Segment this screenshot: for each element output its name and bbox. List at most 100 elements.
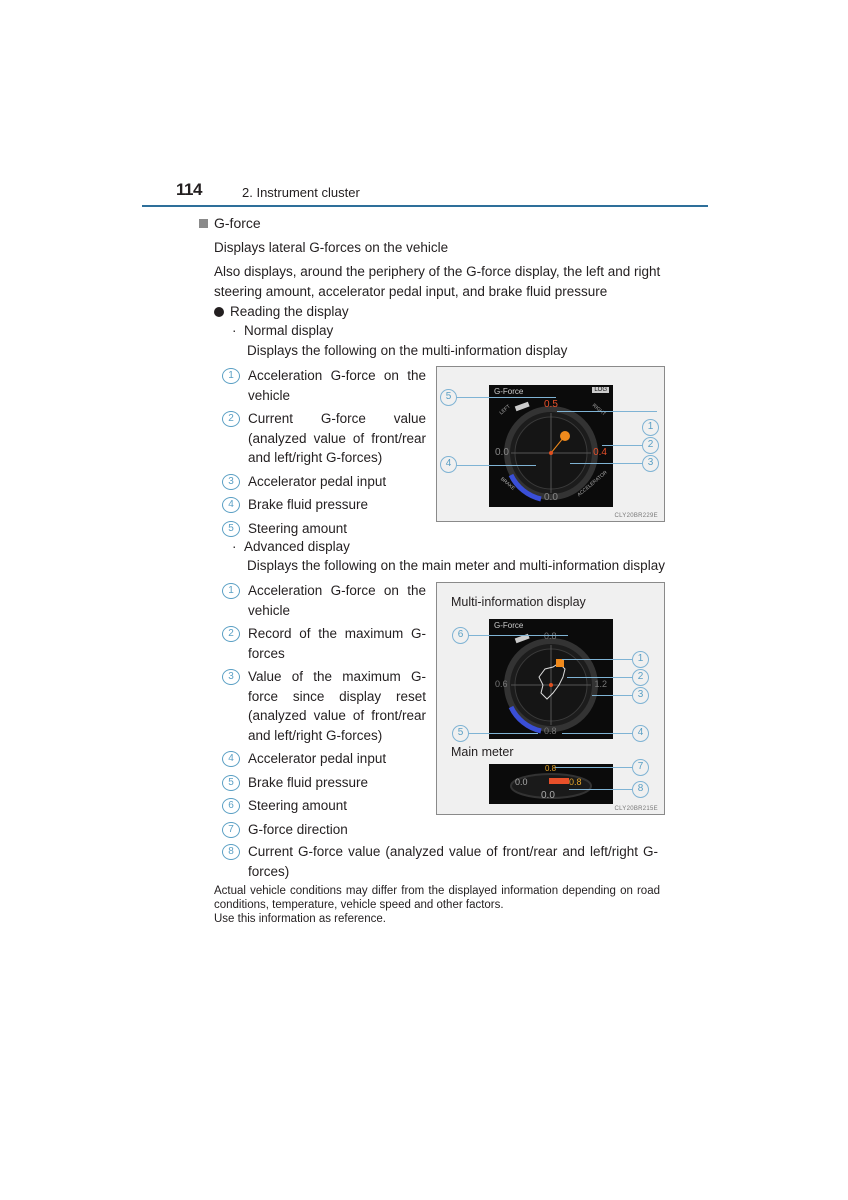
list-item: 3 Value of the maximum G-force since disp… [222, 667, 426, 745]
meter-right-value: 0.8 [569, 777, 582, 787]
callout-6: 6 [452, 627, 469, 644]
callout-3: 3 [632, 687, 649, 704]
gforce-screen: G-Force LOG 0.5 0.0 0.4 0.0 LEFT RIGHT B… [489, 385, 613, 507]
callout-line [468, 635, 568, 636]
callout-line [602, 445, 642, 446]
number-circle: 6 [222, 798, 240, 814]
list-item: 5 Steering amount [222, 519, 426, 539]
dot-bullet-icon: · [232, 539, 237, 554]
callout-3: 3 [642, 455, 659, 472]
advanced-display-list-wide: 8 Current G-force value (analyzed value o… [222, 842, 658, 885]
callout-1: 1 [632, 651, 649, 668]
advanced-display-list: 1 Acceleration G-force on the vehicle 2 Re… [222, 581, 426, 843]
top-value: 0.8 [544, 631, 557, 641]
callout-1: 1 [642, 419, 659, 436]
main-meter-label: Main meter [451, 745, 514, 759]
note-line-2: Use this information as reference. [214, 913, 386, 925]
number-circle: 4 [222, 497, 240, 513]
list-item: 1 Acceleration G-force on the vehicle [222, 366, 426, 405]
screen-title: G-Force [494, 387, 524, 396]
advanced-display-heading: · Advanced display [232, 537, 350, 557]
intro-text: Displays lateral G-forces on the vehicle [214, 240, 449, 255]
number-circle: 3 [222, 669, 240, 685]
note-text: Actual vehicle conditions may differ fro… [214, 884, 660, 926]
section-title: G-force [214, 215, 261, 231]
callout-7: 7 [632, 759, 649, 776]
item-text: Value of the maximum G-force since displ… [248, 669, 426, 743]
right-value: 1.2 [594, 679, 607, 689]
number-circle: 2 [222, 411, 240, 427]
gforce-dot [560, 431, 570, 441]
item-text: Current G-force value (analyzed value of… [248, 411, 426, 465]
number-circle: 5 [222, 520, 240, 537]
list-item: 2 Current G-force value (analyzed value o… [222, 409, 426, 468]
callout-2: 2 [642, 437, 659, 454]
number-circle: 7 [222, 821, 240, 838]
section-heading: G-force [199, 215, 261, 231]
round-bullet-icon [214, 307, 224, 317]
item-text: Record of the maximum G-forces [248, 626, 426, 661]
left-value: 0.6 [495, 679, 508, 689]
advanced-gforce-screen: G-Force 0.8 0.6 1.2 0.8 [489, 619, 613, 739]
list-item: 5 Brake fluid pressure [222, 773, 426, 793]
number-circle: 5 [222, 774, 240, 791]
number-circle: 3 [222, 473, 240, 490]
advanced-display-title: Advanced display [244, 539, 350, 554]
item-text: Accelerator pedal input [248, 751, 387, 766]
list-item: 8 Current G-force value (analyzed value o… [222, 842, 658, 881]
item-text: Accelerator pedal input [248, 473, 387, 489]
right-value: 0.4 [593, 447, 607, 458]
figure-code: CLY20BR215E [614, 806, 658, 812]
main-meter-screen: 0.8 0.0 0.8 0.0 [489, 764, 613, 804]
number-circle: 8 [222, 844, 240, 860]
callout-4: 4 [440, 456, 457, 473]
meter-left-value: 0.0 [515, 777, 528, 787]
normal-display-list: 1 Acceleration G-force on the vehicle 2 Cu… [222, 366, 426, 542]
normal-display-title: Normal display [244, 323, 334, 338]
top-value: 0.5 [544, 399, 558, 410]
note-line-1: Actual vehicle conditions may differ fro… [214, 885, 660, 911]
gforce-direction-bar [549, 778, 569, 784]
number-circle: 4 [222, 751, 240, 767]
left-value: 0.0 [495, 447, 509, 458]
callout-line [567, 677, 642, 678]
reading-heading-text: Reading the display [230, 304, 349, 319]
callout-4: 4 [632, 725, 649, 742]
callout-line [570, 463, 642, 464]
list-item: 7 G-force direction [222, 820, 426, 840]
callout-line [555, 767, 642, 768]
callout-line [562, 733, 642, 734]
chapter-title: 2. Instrument cluster [242, 185, 360, 200]
number-circle: 1 [222, 368, 240, 384]
description-text: Also displays, around the periphery of t… [214, 264, 661, 299]
gforce-marker [556, 659, 564, 667]
meter-top-value: 0.8 [545, 764, 557, 773]
list-item: 1 Acceleration G-force on the vehicle [222, 581, 426, 620]
item-text: Steering amount [248, 798, 348, 813]
dot-bullet-icon: · [232, 323, 237, 338]
item-text: Brake fluid pressure [248, 774, 369, 790]
log-badge: LOG [592, 387, 609, 393]
normal-display-heading: · Normal display [232, 321, 333, 341]
item-text: Acceleration G-force on the vehicle [248, 368, 426, 403]
meter-bottom-value: 0.0 [541, 790, 555, 801]
list-item: 4 Accelerator pedal input [222, 749, 426, 769]
bottom-value: 0.8 [544, 726, 557, 736]
callout-8: 8 [632, 781, 649, 798]
advanced-display-subtext: Displays the following on the main meter… [247, 558, 665, 573]
reading-heading: Reading the display [214, 302, 349, 322]
number-circle: 1 [222, 583, 240, 599]
item-text: Brake fluid pressure [248, 497, 369, 512]
item-text: G-force direction [248, 821, 348, 837]
callout-line [562, 659, 642, 660]
callout-5: 5 [452, 725, 469, 742]
multi-info-display-label: Multi-information display [451, 595, 586, 609]
callout-line [456, 397, 556, 398]
list-item: 2 Record of the maximum G-forces [222, 624, 426, 663]
number-circle: 2 [222, 626, 240, 642]
page-number: 114 [176, 180, 202, 199]
figure-code: CLY20BR229E [614, 513, 658, 519]
normal-display-figure: G-Force LOG 0.5 0.0 0.4 0.0 LEFT RIGHT B… [436, 366, 665, 522]
callout-line [557, 411, 657, 412]
normal-display-subtext: Displays the following on the multi-info… [247, 343, 568, 358]
